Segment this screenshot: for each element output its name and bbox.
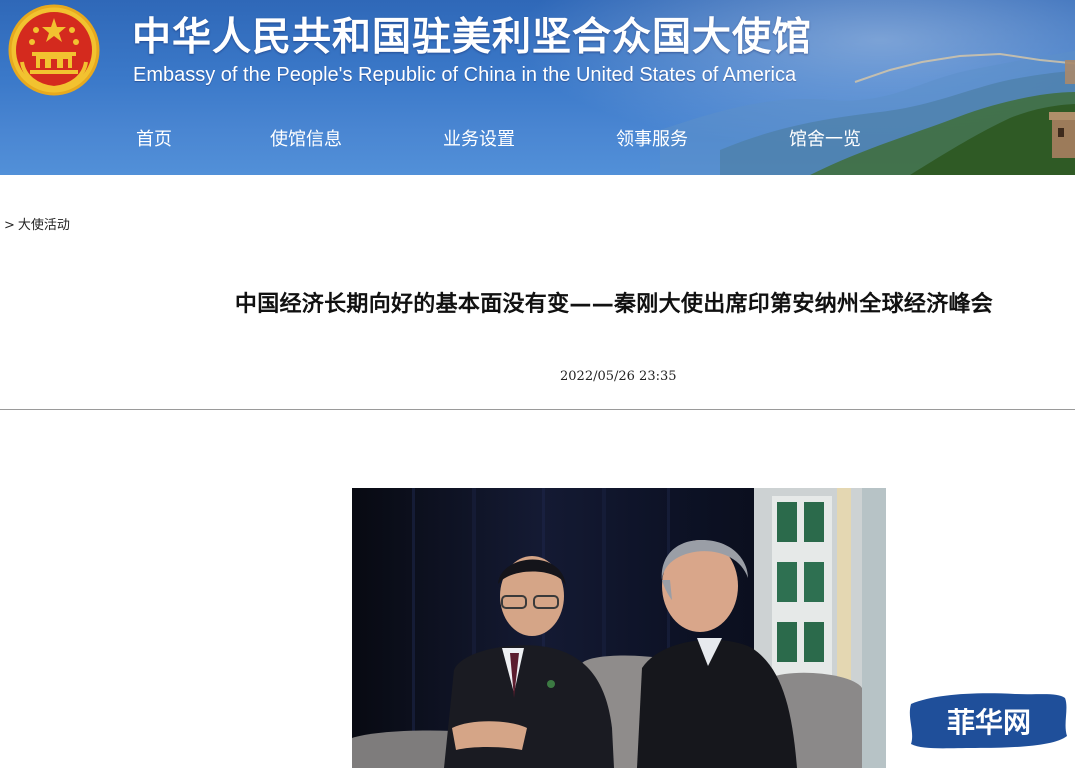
site-title-english: Embassy of the People's Republic of Chin… [133, 64, 797, 86]
national-emblem-icon [8, 4, 100, 96]
main-navigation: 首页 使馆信息 业务设置 领事服务 馆舍一览 [0, 122, 1080, 158]
header-banner: 中华人民共和国驻美利坚合众国大使馆 Embassy of the People'… [0, 0, 1080, 175]
header-divider [0, 409, 1080, 410]
site-title-chinese: 中华人民共和国驻美利坚合众国大使馆 [132, 15, 813, 60]
watermark-text: 菲华网 [947, 706, 1031, 739]
nav-item-home[interactable]: 首页 [136, 122, 172, 158]
summit-photo-illustration [352, 488, 886, 768]
nav-item-consular-services[interactable]: 领事服务 [616, 122, 688, 158]
nav-item-embassy-info[interactable]: 使馆信息 [270, 122, 342, 158]
breadcrumb-link-ambassador-activities[interactable]: 大使活动 [18, 218, 70, 233]
breadcrumb: > 大使活动 [4, 214, 70, 233]
article-title: 中国经济长期向好的基本面没有变——秦刚大使出席印第安纳州全球经济峰会 [234, 292, 994, 317]
feihua-watermark-logo: 菲华网 [909, 693, 1067, 749]
article-photo [352, 488, 886, 768]
article-date: 2022/05/26 23:35 [560, 369, 677, 384]
nav-item-departments[interactable]: 业务设置 [443, 122, 515, 158]
nav-item-premises[interactable]: 馆舍一览 [789, 122, 861, 158]
breadcrumb-arrow-icon: > [4, 218, 15, 233]
page-right-edge [1075, 0, 1080, 768]
